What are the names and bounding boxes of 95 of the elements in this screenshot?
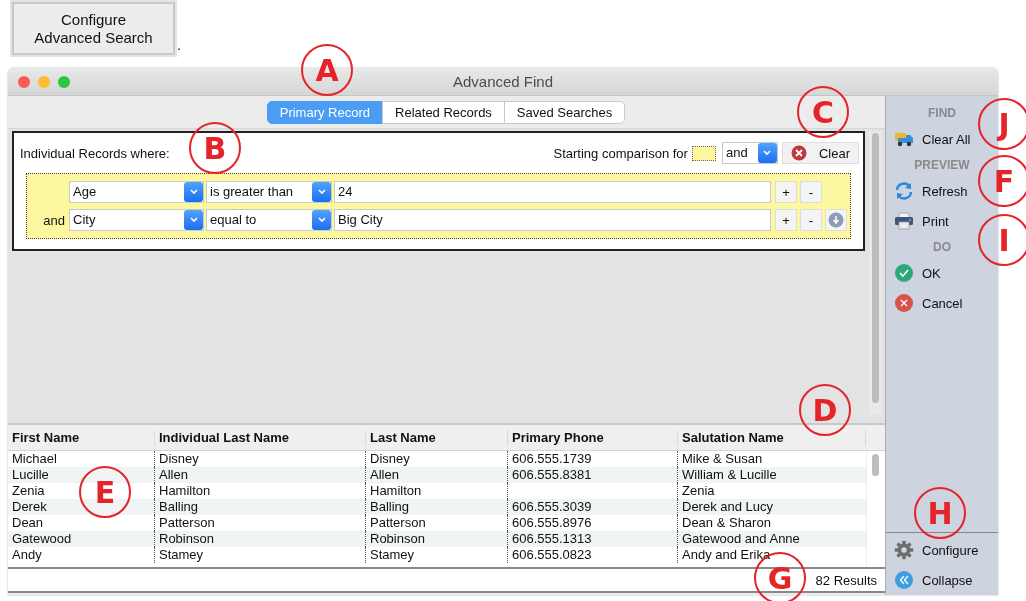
zoom-light[interactable] bbox=[58, 75, 70, 88]
conjunction-label: and bbox=[43, 212, 65, 228]
table-cell: Mike & Susan bbox=[682, 451, 763, 466]
printer-icon bbox=[894, 212, 914, 230]
table-cell: 606.555.3039 bbox=[512, 499, 592, 514]
column-header[interactable]: Last Name bbox=[366, 429, 508, 446]
chevron-icon bbox=[184, 182, 203, 202]
clear-button[interactable]: Clear bbox=[781, 142, 859, 164]
minimize-light[interactable] bbox=[38, 75, 50, 88]
table-row[interactable]: Andy Stamey Stamey 606.555.0823 Andy and Erika bbox=[8, 547, 866, 563]
table-cell: Stamey bbox=[370, 547, 415, 562]
period-mark: . bbox=[177, 36, 182, 53]
refresh-icon bbox=[894, 181, 914, 201]
callout-marker: E bbox=[79, 466, 131, 518]
tab[interactable]: Related Records bbox=[382, 100, 505, 124]
table-cell: Zenia bbox=[12, 483, 45, 498]
table-cell: Gatewood bbox=[12, 531, 72, 546]
chevron-icon bbox=[312, 210, 331, 230]
close-light[interactable] bbox=[18, 75, 30, 88]
table-cell: Andy and Erika bbox=[682, 547, 771, 562]
callout-marker: B bbox=[189, 122, 241, 174]
dropdown[interactable]: is greater than bbox=[206, 181, 332, 203]
table-cell: William & Lucille bbox=[682, 467, 777, 482]
table-cell: Dean & Sharon bbox=[682, 515, 771, 530]
dropdown[interactable]: and bbox=[721, 142, 778, 164]
callout-marker: F bbox=[978, 155, 1026, 207]
table-cell: Michael bbox=[12, 451, 57, 466]
table-cell: Disney bbox=[159, 451, 199, 466]
table-cell: Robinson bbox=[159, 531, 214, 546]
configure-search-button[interactable]: Configure Advanced Search bbox=[12, 2, 175, 55]
table-cell: Patterson bbox=[159, 515, 215, 530]
value-field[interactable]: 24 bbox=[334, 181, 771, 203]
dropdown[interactable]: Age bbox=[69, 181, 204, 203]
table-cell: Hamilton bbox=[370, 483, 422, 498]
clear-icon bbox=[790, 145, 807, 161]
callout-marker: J bbox=[978, 98, 1026, 150]
table-cell: Patterson bbox=[370, 515, 426, 530]
sidebar-item[interactable]: Collapse bbox=[886, 565, 998, 595]
add-button[interactable]: + bbox=[775, 209, 797, 231]
table-cell: Derek and Lucy bbox=[682, 499, 774, 514]
scrollbar[interactable] bbox=[869, 131, 881, 415]
group-swatch-icon bbox=[691, 145, 716, 161]
callout-marker: C bbox=[797, 86, 849, 138]
table-cell: Zenia bbox=[682, 483, 715, 498]
table-cell: Andy bbox=[12, 547, 42, 562]
table-cell: Balling bbox=[370, 499, 410, 514]
column-header[interactable]: Primary Phone bbox=[508, 429, 678, 446]
callout-marker: D bbox=[799, 384, 851, 436]
chevron-icon bbox=[757, 143, 777, 163]
table-cell: 606.555.1739 bbox=[512, 451, 592, 466]
table-cell: Robinson bbox=[370, 531, 425, 546]
table-cell: Dean bbox=[12, 515, 44, 530]
sidebar-item[interactable]: Cancel bbox=[886, 288, 998, 318]
dropdown[interactable]: City bbox=[69, 209, 204, 231]
section-heading: DO bbox=[932, 239, 952, 256]
section-heading: PREVIEW bbox=[913, 157, 971, 174]
value-field[interactable]: Big City bbox=[334, 209, 771, 231]
table-cell: 606.555.0823 bbox=[512, 547, 592, 562]
table-cell: Hamilton bbox=[159, 483, 211, 498]
table-cell: 606.555.8976 bbox=[512, 515, 592, 530]
table-cell: Balling bbox=[159, 499, 199, 514]
callout-marker: A bbox=[301, 44, 353, 96]
table-row[interactable]: Gatewood Robinson Robinson 606.555.1313 Gatewood and Anne bbox=[8, 531, 866, 547]
column-header[interactable]: First Name bbox=[8, 429, 155, 446]
window-title: Advanced Find bbox=[452, 73, 554, 90]
check-icon bbox=[894, 263, 914, 283]
callout-marker: H bbox=[914, 487, 966, 539]
callout-marker: I bbox=[978, 214, 1026, 266]
info-button[interactable] bbox=[825, 209, 847, 231]
table-cell: Derek bbox=[12, 499, 47, 514]
add-button[interactable]: + bbox=[775, 181, 797, 203]
starting-label: Starting comparison for bbox=[553, 145, 688, 161]
column-header[interactable]: Salutation Name bbox=[678, 429, 866, 446]
remove-button[interactable]: - bbox=[800, 209, 822, 231]
dropdown[interactable]: equal to bbox=[206, 209, 332, 231]
table-cell: Lucille bbox=[12, 467, 49, 482]
chevrons-icon bbox=[894, 570, 914, 590]
tab[interactable]: Saved Searches bbox=[503, 100, 626, 124]
table-cell: Allen bbox=[159, 467, 188, 482]
truck-icon bbox=[894, 130, 914, 148]
cancel-icon bbox=[894, 293, 914, 313]
table-cell: Gatewood and Anne bbox=[682, 531, 800, 546]
table-cell: 606.555.1313 bbox=[512, 531, 592, 546]
chevron-icon bbox=[184, 210, 203, 230]
column-header[interactable]: Individual Last Name bbox=[155, 429, 366, 446]
table-cell: 606.555.8381 bbox=[512, 467, 592, 482]
results-count: 82 Results bbox=[815, 572, 877, 588]
chevron-icon bbox=[312, 182, 331, 202]
section-heading: FIND bbox=[927, 105, 957, 122]
table-cell: Allen bbox=[370, 467, 399, 482]
criteria-heading: Individual Records where: bbox=[20, 145, 170, 161]
table-cell: Stamey bbox=[159, 547, 204, 562]
table-cell: Disney bbox=[370, 451, 410, 466]
gear-icon bbox=[894, 540, 914, 560]
remove-button[interactable]: - bbox=[800, 181, 822, 203]
